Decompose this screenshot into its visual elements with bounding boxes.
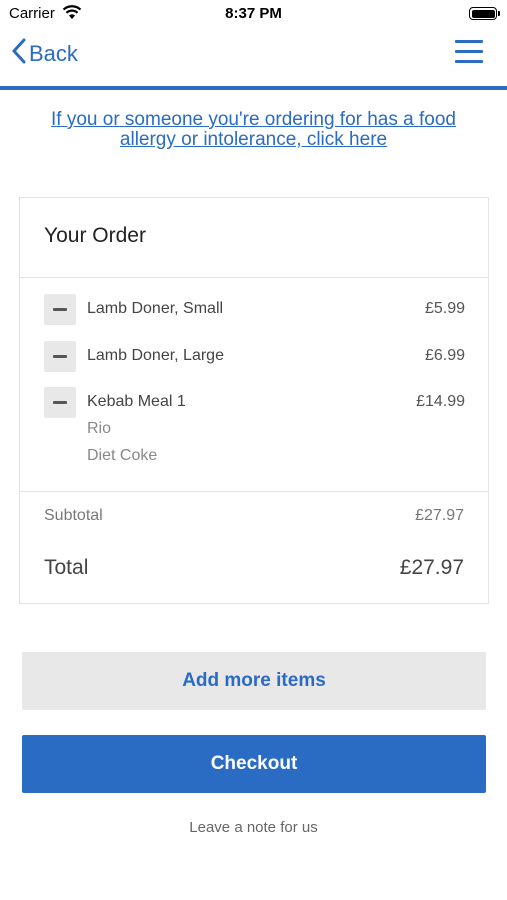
totals-divider xyxy=(20,491,488,492)
battery-icon xyxy=(469,7,500,20)
hamburger-menu-icon[interactable] xyxy=(455,40,483,64)
item-price: £6.99 xyxy=(424,347,465,364)
allergy-info-link[interactable]: If you or someone you're ordering for ha… xyxy=(20,110,487,150)
item-price: £14.99 xyxy=(416,393,465,410)
total-label: Total xyxy=(44,556,89,579)
remove-item-button[interactable] xyxy=(44,294,76,325)
back-button-label: Back xyxy=(29,41,78,66)
nav-divider xyxy=(0,86,507,90)
item-price: £5.99 xyxy=(424,300,465,317)
item-option: Rio xyxy=(87,420,112,437)
status-bar: Carrier 8:37 PM xyxy=(0,0,507,28)
add-more-items-button[interactable]: Add more items xyxy=(22,652,486,710)
order-title: Your Order xyxy=(44,224,146,247)
subtotal-label: Subtotal xyxy=(44,507,103,524)
chevron-left-icon xyxy=(12,38,29,70)
item-name: Lamb Doner, Large xyxy=(87,347,224,364)
subtotal-value: £27.97 xyxy=(415,507,464,524)
order-summary-card: Your Order Lamb Doner, Small £5.99 Lamb … xyxy=(19,197,489,604)
remove-item-button[interactable] xyxy=(44,387,76,418)
remove-item-button[interactable] xyxy=(44,341,76,372)
checkout-button[interactable]: Checkout xyxy=(22,735,486,793)
total-value: £27.97 xyxy=(399,556,464,579)
back-button[interactable]: Back xyxy=(12,38,78,70)
status-time: 8:37 PM xyxy=(225,5,282,22)
item-name: Kebab Meal 1 xyxy=(87,393,186,410)
item-option: Diet Coke xyxy=(87,447,158,464)
item-name: Lamb Doner, Small xyxy=(87,300,224,317)
navigation-bar: Back xyxy=(0,28,507,86)
allergy-link-line1: If you or someone you're ordering for ha… xyxy=(51,109,456,130)
order-header: Your Order xyxy=(20,198,488,278)
leave-note-link[interactable]: Leave a note for us xyxy=(0,819,507,836)
allergy-link-line2: allergy or intolerance, click here xyxy=(119,129,388,150)
